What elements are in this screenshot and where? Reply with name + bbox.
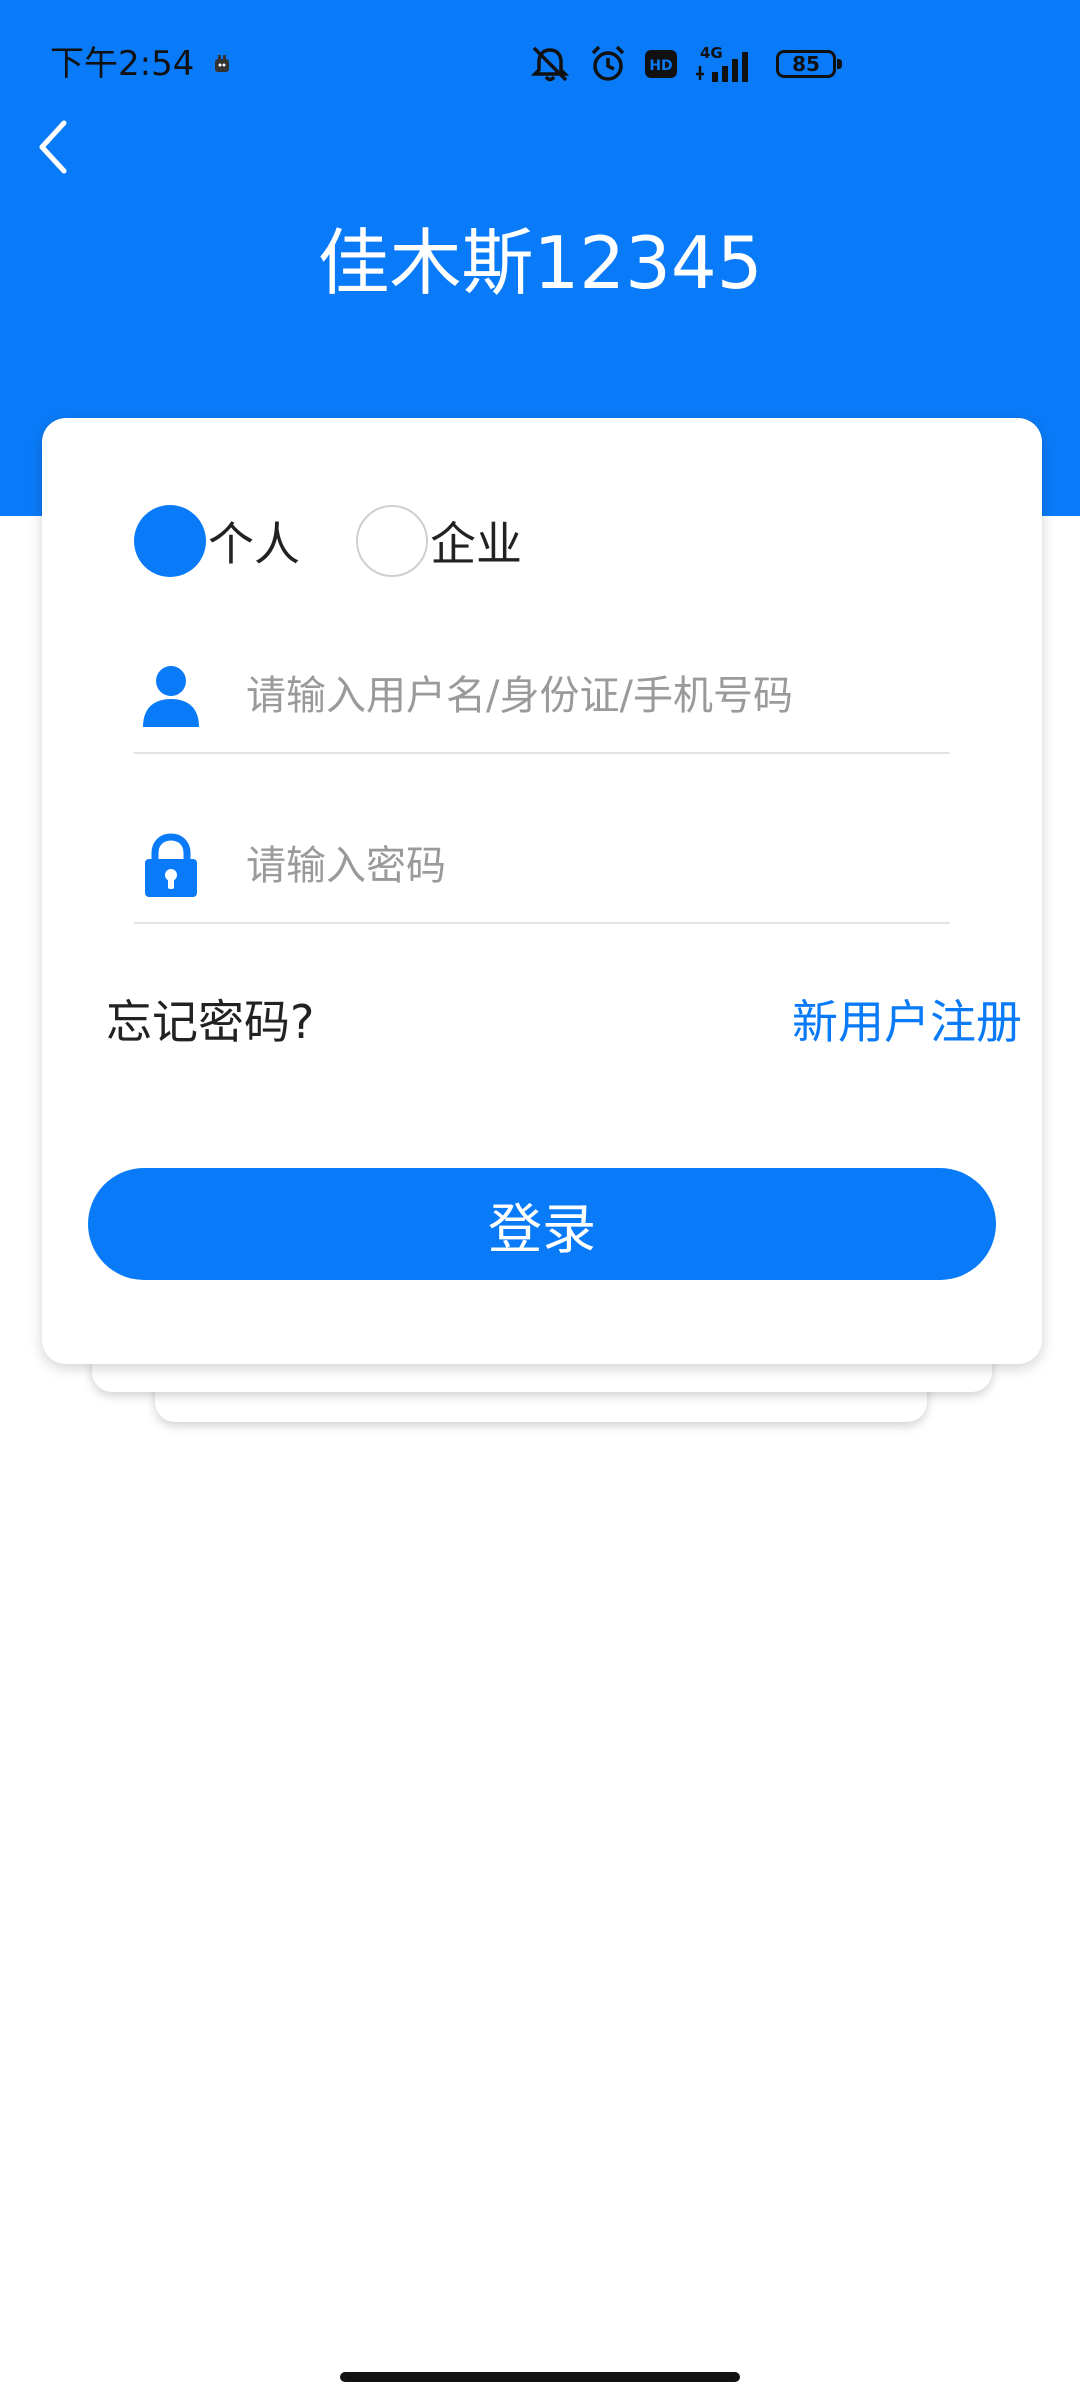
notification-icon: [212, 44, 232, 84]
user-icon: [134, 659, 208, 733]
network-text: 4G: [700, 44, 723, 62]
username-field: [134, 640, 950, 754]
radio-label-personal: 个人: [208, 517, 300, 571]
home-indicator[interactable]: [340, 2372, 740, 2382]
chevron-left-icon: [39, 120, 67, 174]
signal-icon: 4G: [694, 44, 760, 84]
battery-icon: 85: [776, 50, 842, 78]
username-input[interactable]: [244, 655, 950, 737]
page-title: 佳木斯12345: [317, 221, 763, 305]
hd-text: HD: [649, 58, 672, 74]
register-link[interactable]: 新用户注册: [792, 986, 1022, 1052]
login-card: 个人 企业 忘记密码? 新用户注册 登录: [42, 418, 1042, 1364]
forgot-password-link[interactable]: 忘记密码?: [106, 986, 314, 1052]
radio-label-enterprise: 企业: [430, 517, 522, 571]
hd-icon: HD: [644, 49, 678, 79]
status-bar: 下午2:54 HD 4G 85: [0, 0, 1080, 130]
battery-level: 85: [792, 52, 820, 76]
radio-personal[interactable]: 个人: [134, 505, 300, 577]
status-time-group: 下午2:54: [50, 44, 232, 84]
link-row: 忘记密码? 新用户注册: [106, 984, 1022, 1054]
login-button[interactable]: 登录: [88, 1168, 996, 1280]
radio-checked-icon: [134, 505, 206, 577]
bell-mute-icon: [528, 44, 572, 84]
login-type-group: 个人 企业: [134, 504, 578, 578]
lock-icon: [134, 829, 208, 903]
status-icons: HD 4G 85: [528, 40, 842, 88]
status-time: 下午2:54: [50, 44, 195, 84]
password-field: [134, 810, 950, 924]
password-input[interactable]: [244, 825, 950, 907]
back-button[interactable]: [22, 112, 82, 182]
radio-unchecked-icon: [356, 505, 428, 577]
radio-enterprise[interactable]: 企业: [356, 505, 522, 577]
alarm-icon: [588, 44, 628, 84]
